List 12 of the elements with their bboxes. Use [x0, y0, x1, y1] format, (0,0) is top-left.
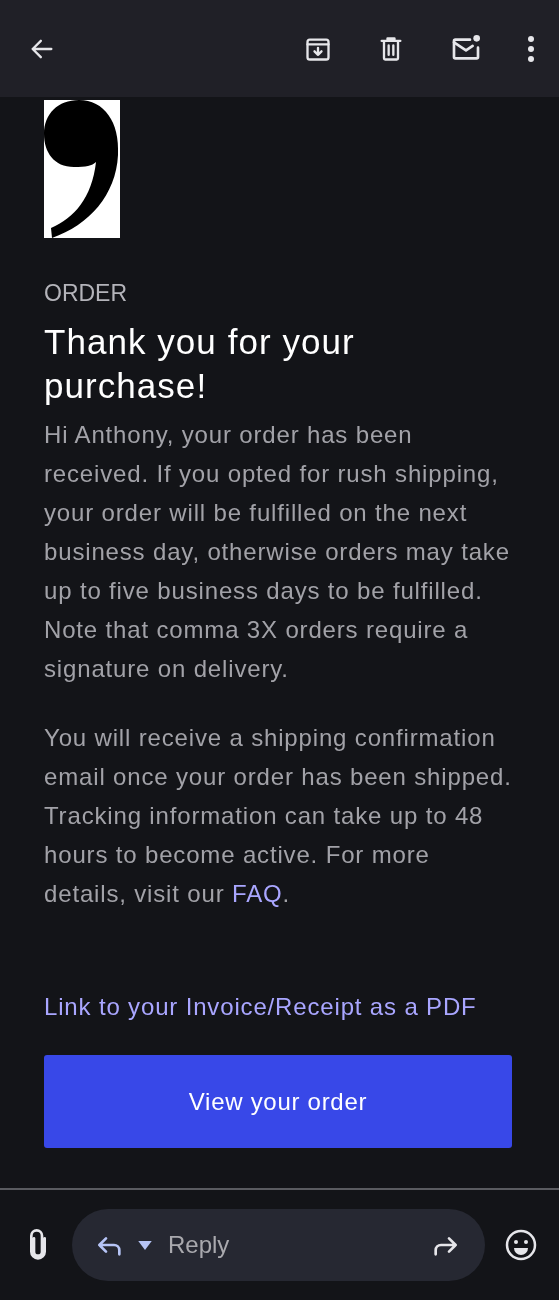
reply-bar[interactable]: Reply: [72, 1209, 485, 1281]
email-title: Thank you for your purchase!: [44, 321, 356, 407]
caret-icon[interactable]: [138, 1240, 152, 1250]
view-order-button[interactable]: View your order: [44, 1055, 512, 1148]
invoice-link[interactable]: Link to your Invoice/Receipt as a PDF: [44, 992, 515, 1022]
reply-field[interactable]: Reply: [168, 1227, 421, 1263]
body-paragraph: Hi Anthony, your order has been received. If you opted for rush shipping, your order will be fulfilled on the next business day, otherwise orders may take up to five business days to be fulfilled. Note that comma 3X orders require a signature on delivery.: [44, 420, 511, 684]
body-paragraph: You will receive a shipping confirmation email once your order has been shipped. Tracking information can take up to 48 hours to become active. For more details, visit our FAQ.: [44, 723, 513, 909]
eyebrow-label: ORDER: [44, 279, 129, 308]
more-options-icon[interactable]: [527, 34, 535, 63]
emoji-icon[interactable]: [505, 1229, 537, 1261]
faq-link[interactable]: FAQ: [232, 880, 283, 907]
